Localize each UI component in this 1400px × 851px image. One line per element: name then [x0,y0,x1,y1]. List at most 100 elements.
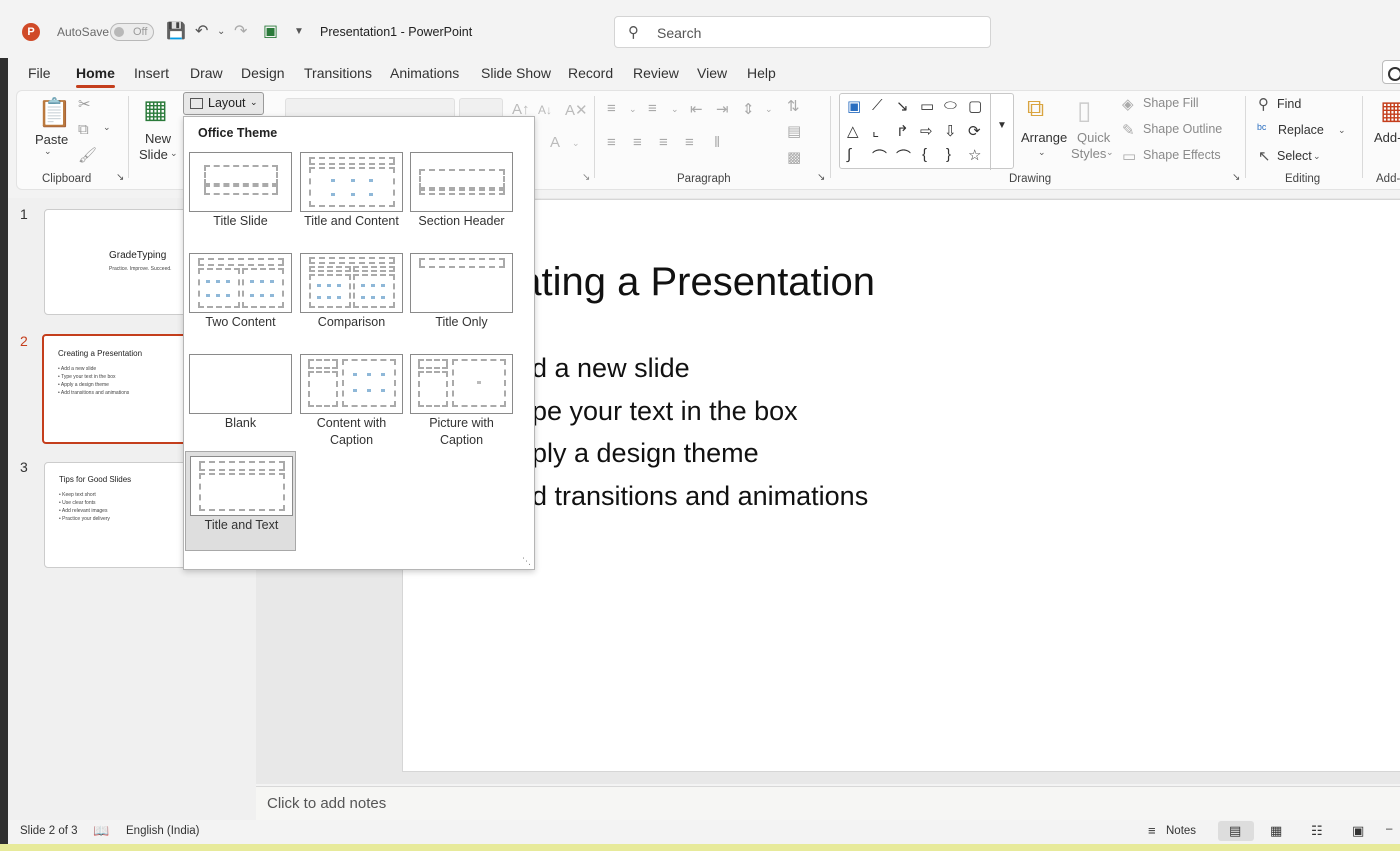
convert-smartart-icon[interactable]: ▩ [787,148,801,166]
triangle-shape-icon[interactable]: △ [847,122,859,140]
font-launcher-icon[interactable]: ↘ [582,172,590,183]
shapes-gallery[interactable]: ▣ ⟋ ↘ ▭ ⬭ ▢ △ ⌞ ↱ ⇨ ⇩ ⟳ ∫ ⌒ ⌒ { } ☆ ▼ [839,93,1014,170]
star-shape-icon[interactable]: ☆ [968,146,981,164]
rounded-rect-shape-icon[interactable]: ▢ [968,97,982,115]
text-direction-icon[interactable]: ⇅ [787,97,800,115]
arc-shape-icon[interactable]: ⌒ [872,146,887,167]
slide-bullet-1[interactable]: d a new slide [532,353,690,384]
tab-review[interactable]: Review [633,65,679,81]
copy-icon[interactable]: ⧉ [78,121,89,138]
tab-design[interactable]: Design [241,65,285,81]
arrange-label[interactable]: Arrange [1021,130,1067,146]
quick-styles-icon[interactable]: ▯ [1077,95,1091,126]
align-left-icon[interactable]: ≡ [607,134,616,151]
tab-view[interactable]: View [697,65,727,81]
find-icon[interactable]: ⚲ [1258,95,1269,113]
reading-view-icon[interactable]: ☷ [1311,823,1323,839]
shapes-more-icon[interactable]: ▼ [997,120,1007,131]
resize-grip-icon[interactable]: ⋱ [522,556,531,567]
layout-title-and-text[interactable]: Title and Text [185,451,296,551]
paste-button-label[interactable]: Paste [35,132,68,148]
align-text-icon[interactable]: ▤ [787,122,801,140]
addins-button-label[interactable]: Add- [1374,130,1400,146]
freeform-shape-icon[interactable]: ⟳ [968,122,981,140]
customize-toolbar-icon[interactable]: ▼ [294,26,304,37]
find-label[interactable]: Find [1277,97,1301,111]
select-dropdown-icon[interactable]: ⌄ [1313,151,1321,162]
tab-record[interactable]: Record [568,65,613,81]
slide-bullet-2[interactable]: pe your text in the box [532,396,798,427]
quick-styles-label-2[interactable]: Styles [1071,146,1106,162]
notes-icon[interactable]: ≡ [1148,823,1156,838]
paragraph-launcher-icon[interactable]: ↘ [817,172,825,183]
columns-icon[interactable]: ‖ [714,134,720,151]
justify-icon[interactable]: ≡ [685,134,694,151]
slide-sorter-view-icon[interactable]: ▦ [1270,823,1282,839]
new-slide-label-1[interactable]: New [145,131,171,147]
layout-button[interactable]: Layout ⌄ [183,92,264,115]
quick-styles-label-1[interactable]: Quick [1077,130,1110,146]
clipboard-launcher-icon[interactable]: ↘ [116,172,124,183]
rectangle-shape-icon[interactable]: ▭ [920,97,934,115]
new-slide-dropdown-icon[interactable]: ⌄ [170,148,178,159]
start-slideshow-icon[interactable]: ▣ [263,21,278,41]
shape-outline-label[interactable]: Shape Outline [1143,122,1222,136]
record-button[interactable] [1382,60,1400,84]
replace-icon[interactable]: ᵇᶜ [1257,121,1267,136]
shape-fill-icon[interactable]: ◈ [1122,95,1134,113]
undo-icon[interactable]: ↶ [195,21,208,41]
accessibility-icon[interactable]: 📖 [93,823,109,839]
quick-styles-dropdown-icon[interactable]: ⌄ [1106,147,1114,158]
shape-outline-icon[interactable]: ✎ [1122,121,1135,139]
decrease-font-icon[interactable]: A↓ [538,103,552,117]
language-indicator[interactable]: English (India) [126,825,200,837]
oval-shape-icon[interactable]: ⬭ [944,97,957,114]
replace-label[interactable]: Replace [1278,123,1324,137]
shape-effects-label[interactable]: Shape Effects [1143,148,1221,162]
tab-draw[interactable]: Draw [190,65,223,81]
line-spacing-icon[interactable]: ⇕ [742,100,755,118]
paste-icon[interactable]: 📋 [37,96,72,129]
zoom-out-icon[interactable]: – [1386,823,1392,835]
drawing-launcher-icon[interactable]: ↘ [1232,172,1240,183]
tab-slide-show[interactable]: Slide Show [481,65,551,81]
tab-transitions[interactable]: Transitions [304,65,372,81]
new-slide-label-2[interactable]: Slide [139,147,168,163]
copy-dropdown-icon[interactable]: ⌄ [103,122,111,133]
slideshow-view-icon[interactable]: ▣ [1352,823,1364,839]
tab-file[interactable]: File [28,65,51,81]
down-arrow-shape-icon[interactable]: ⇩ [944,122,957,140]
save-icon[interactable]: 💾 [166,21,186,41]
slide-bullet-4[interactable]: d transitions and animations [532,481,868,512]
textbox-shape-icon[interactable]: ▣ [847,97,861,115]
bullets-dropdown-icon[interactable]: ⌄ [629,104,637,115]
bullets-icon[interactable]: ≡ [607,100,616,117]
curve-shape-icon[interactable]: ⌒ [896,146,911,167]
tab-help[interactable]: Help [747,65,776,81]
align-right-icon[interactable]: ≡ [659,134,668,151]
normal-view-icon[interactable]: ▤ [1229,823,1241,839]
elbow-connector-shape-icon[interactable]: ⌞ [872,122,879,140]
elbow-arrow-shape-icon[interactable]: ↱ [896,122,909,140]
numbering-icon[interactable]: ≡ [648,100,657,117]
slide-title[interactable]: eating a Presentation [497,260,875,305]
tab-insert[interactable]: Insert [134,65,169,81]
line-shape-icon[interactable]: ⟋ [872,97,883,114]
tab-home[interactable]: Home [76,65,115,88]
addins-icon[interactable]: ▦ [1380,95,1400,126]
numbering-dropdown-icon[interactable]: ⌄ [671,104,679,115]
new-slide-icon[interactable]: ▦ [143,94,168,125]
autosave-toggle[interactable]: Off [110,23,154,41]
font-color-icon[interactable]: A [550,134,560,151]
format-painter-icon[interactable]: 🖌 [78,146,97,164]
font-color-dropdown-icon[interactable]: ⌄ [572,138,580,149]
arrange-dropdown-icon[interactable]: ⌄ [1038,147,1046,158]
arrow-line-shape-icon[interactable]: ↘ [896,97,909,115]
shape-fill-label[interactable]: Shape Fill [1143,96,1199,110]
align-center-icon[interactable]: ≡ [633,134,642,151]
arrange-icon[interactable]: ⧉ [1027,95,1044,123]
notes-button-label[interactable]: Notes [1166,825,1196,837]
undo-dropdown-icon[interactable]: ⌄ [217,26,225,37]
shape-effects-icon[interactable]: ▭ [1122,147,1136,165]
right-brace-shape-icon[interactable]: } [946,146,951,163]
